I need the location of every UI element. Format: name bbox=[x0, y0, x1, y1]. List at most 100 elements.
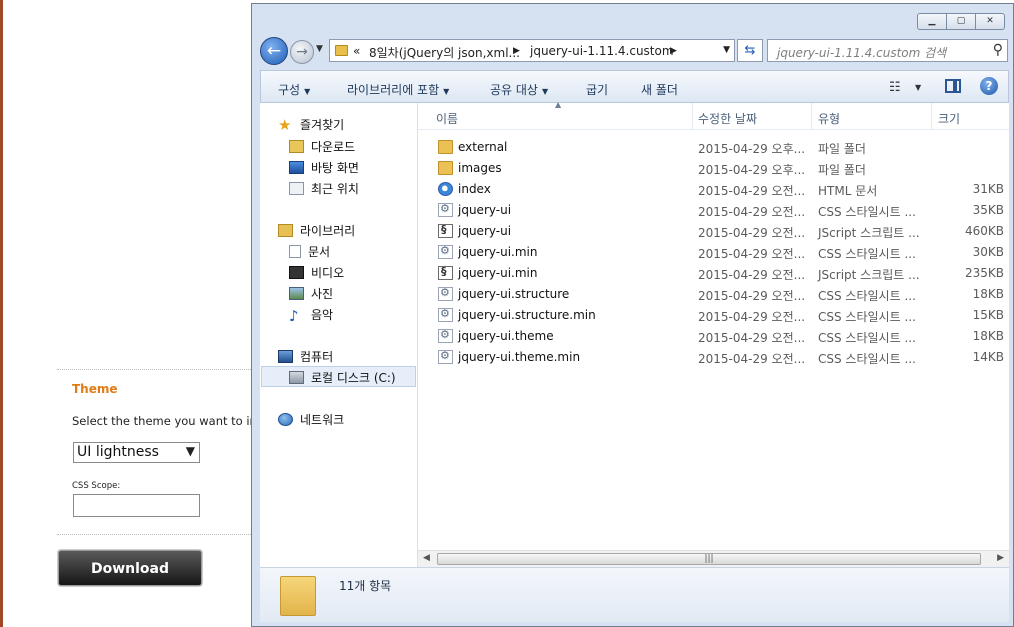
nav-computer[interactable]: 컴퓨터 bbox=[278, 348, 333, 365]
nav-music[interactable]: ♪ 음악 bbox=[289, 306, 333, 325]
scroll-right-icon[interactable]: ▶ bbox=[997, 553, 1004, 563]
html-file-icon bbox=[438, 182, 453, 196]
music-icon: ♪ bbox=[289, 307, 299, 325]
include-in-library-button[interactable]: 라이브러리에 포함 ▼ bbox=[347, 81, 449, 98]
back-icon[interactable]: ← bbox=[260, 37, 288, 65]
chevron-right-icon[interactable]: ▶ bbox=[513, 46, 520, 56]
css-file-icon bbox=[438, 202, 453, 217]
page-left-border bbox=[0, 0, 3, 627]
column-size[interactable]: 크기 bbox=[938, 110, 960, 127]
hard-drive-icon bbox=[289, 371, 304, 384]
column-name[interactable]: 이름 bbox=[436, 110, 458, 127]
preview-pane-icon[interactable] bbox=[945, 79, 961, 93]
forward-icon[interactable]: → bbox=[290, 40, 314, 64]
file-row[interactable]: jquery-ui.min2015-04-29 오전...JScript 스크립… bbox=[418, 263, 1009, 284]
breadcrumb-2[interactable]: jquery-ui-1.11.4.custom bbox=[530, 44, 674, 58]
explorer-window: ▁ ▢ ✕ ← → ▼ « 8일차(jQuery의 json,xml... ▶ … bbox=[251, 3, 1014, 627]
maximize-icon[interactable]: ▢ bbox=[946, 13, 976, 30]
nav-favorites[interactable]: ★ 즐겨찾기 bbox=[278, 116, 344, 134]
sort-ascending-icon: ▲ bbox=[555, 100, 562, 109]
address-overflow[interactable]: « bbox=[353, 44, 360, 58]
new-folder-button[interactable]: 새 폴더 bbox=[641, 81, 678, 98]
chevron-right-icon[interactable]: ▶ bbox=[670, 46, 677, 56]
star-icon: ★ bbox=[278, 116, 292, 134]
scrollbar-thumb[interactable]: ||| bbox=[437, 553, 981, 565]
theme-heading: Theme bbox=[72, 382, 118, 396]
search-input[interactable]: jquery-ui-1.11.4.custom 검색 ⚲ bbox=[767, 39, 1008, 62]
folder-icon bbox=[280, 576, 316, 616]
details-pane: 11개 항목 bbox=[260, 567, 1009, 622]
view-options-icon[interactable]: ☷ bbox=[889, 80, 901, 95]
navigation-pane: ★ 즐겨찾기 다운로드 바탕 화면 최근 위치 라이브러리 문서 비디오 사진 ♪… bbox=[260, 103, 418, 567]
theme-select-value: UI lightness bbox=[77, 444, 159, 460]
nav-downloads[interactable]: 다운로드 bbox=[289, 138, 355, 155]
chevron-down-icon[interactable]: ▼ bbox=[915, 83, 921, 92]
css-file-icon bbox=[438, 328, 453, 343]
horizontal-scrollbar[interactable]: ◀ ||| ▶ bbox=[418, 550, 1009, 567]
theme-description: Select the theme you want to inc bbox=[72, 414, 264, 428]
js-file-icon bbox=[438, 265, 453, 280]
minimize-icon[interactable]: ▁ bbox=[917, 13, 947, 30]
column-date-modified[interactable]: 수정한 날짜 bbox=[698, 110, 757, 127]
libraries-icon bbox=[278, 224, 293, 237]
file-row[interactable]: jquery-ui.theme.min2015-04-29 오전...CSS 스… bbox=[418, 347, 1009, 368]
recent-places-icon bbox=[289, 182, 304, 195]
column-divider[interactable] bbox=[692, 103, 693, 129]
nav-local-disk[interactable]: 로컬 디스크 (C:) bbox=[289, 369, 396, 386]
breadcrumb-1[interactable]: 8일차(jQuery의 json,xml... bbox=[369, 44, 520, 61]
network-icon bbox=[278, 413, 293, 426]
refresh-icon[interactable]: ⇆ bbox=[737, 39, 763, 62]
css-scope-input[interactable] bbox=[73, 494, 200, 517]
file-row[interactable]: jquery-ui2015-04-29 오전...CSS 스타일시트 ...35… bbox=[418, 200, 1009, 221]
column-divider[interactable] bbox=[931, 103, 932, 129]
search-icon[interactable]: ⚲ bbox=[993, 42, 1003, 58]
downloads-folder-icon bbox=[289, 140, 304, 153]
command-bar: 구성 ▼ 라이브러리에 포함 ▼ 공유 대상 ▼ 굽기 새 폴더 ☷ ▼ ? bbox=[260, 70, 1009, 103]
download-button[interactable]: Download bbox=[58, 550, 202, 586]
share-with-button[interactable]: 공유 대상 ▼ bbox=[490, 81, 548, 98]
file-row[interactable]: images 2015-04-29 오후... 파일 폴더 bbox=[418, 158, 1009, 179]
help-icon[interactable]: ? bbox=[980, 77, 998, 95]
nav-libraries[interactable]: 라이브러리 bbox=[278, 222, 355, 239]
desktop-icon bbox=[289, 161, 304, 174]
nav-network[interactable]: 네트워크 bbox=[278, 411, 344, 428]
recent-pages-icon[interactable]: ▼ bbox=[316, 44, 323, 54]
nav-desktop[interactable]: 바탕 화면 bbox=[289, 159, 359, 176]
file-row[interactable]: index 2015-04-29 오전... HTML 문서 31KB bbox=[418, 179, 1009, 200]
nav-documents[interactable]: 문서 bbox=[289, 243, 330, 260]
file-row[interactable]: jquery-ui.structure.min2015-04-29 오전...C… bbox=[418, 305, 1009, 326]
file-row[interactable]: jquery-ui.structure2015-04-29 오전...CSS 스… bbox=[418, 284, 1009, 305]
close-icon[interactable]: ✕ bbox=[975, 13, 1005, 30]
documents-icon bbox=[289, 245, 301, 258]
address-bar[interactable]: « 8일차(jQuery의 json,xml... ▶ jquery-ui-1.… bbox=[329, 39, 735, 62]
nav-pictures[interactable]: 사진 bbox=[289, 285, 333, 302]
js-file-icon bbox=[438, 223, 453, 238]
nav-videos[interactable]: 비디오 bbox=[289, 264, 344, 281]
divider bbox=[57, 534, 257, 535]
burn-button[interactable]: 굽기 bbox=[586, 81, 608, 98]
chevron-down-icon: ▼ bbox=[185, 444, 195, 458]
column-type[interactable]: 유형 bbox=[818, 110, 840, 127]
file-row[interactable]: jquery-ui.min2015-04-29 오전...CSS 스타일시트 .… bbox=[418, 242, 1009, 263]
organize-button[interactable]: 구성 ▼ bbox=[278, 81, 310, 98]
theme-select[interactable]: UI lightness ▼ bbox=[73, 442, 200, 463]
pictures-icon bbox=[289, 287, 304, 300]
nav-recent-places[interactable]: 최근 위치 bbox=[289, 180, 359, 197]
search-placeholder: jquery-ui-1.11.4.custom 검색 bbox=[777, 46, 947, 60]
videos-icon bbox=[289, 266, 304, 279]
css-file-icon bbox=[438, 307, 453, 322]
column-header-row: ▲ 이름 수정한 날짜 유형 크기 bbox=[418, 100, 1009, 130]
window-controls: ▁ ▢ ✕ bbox=[917, 13, 1005, 30]
css-file-icon bbox=[438, 349, 453, 364]
file-row[interactable]: jquery-ui2015-04-29 오전...JScript 스크립트 ..… bbox=[418, 221, 1009, 242]
column-divider[interactable] bbox=[811, 103, 812, 129]
file-row[interactable]: external 2015-04-29 오후... 파일 폴더 bbox=[418, 137, 1009, 158]
file-row[interactable]: jquery-ui.theme2015-04-29 오전...CSS 스타일시트… bbox=[418, 326, 1009, 347]
folder-icon bbox=[438, 140, 453, 154]
css-file-icon bbox=[438, 244, 453, 259]
computer-icon bbox=[278, 350, 293, 363]
css-scope-label: CSS Scope: bbox=[72, 481, 121, 491]
chevron-down-icon[interactable]: ▼ bbox=[723, 45, 730, 55]
scroll-left-icon[interactable]: ◀ bbox=[423, 553, 430, 563]
folder-icon bbox=[438, 161, 453, 175]
